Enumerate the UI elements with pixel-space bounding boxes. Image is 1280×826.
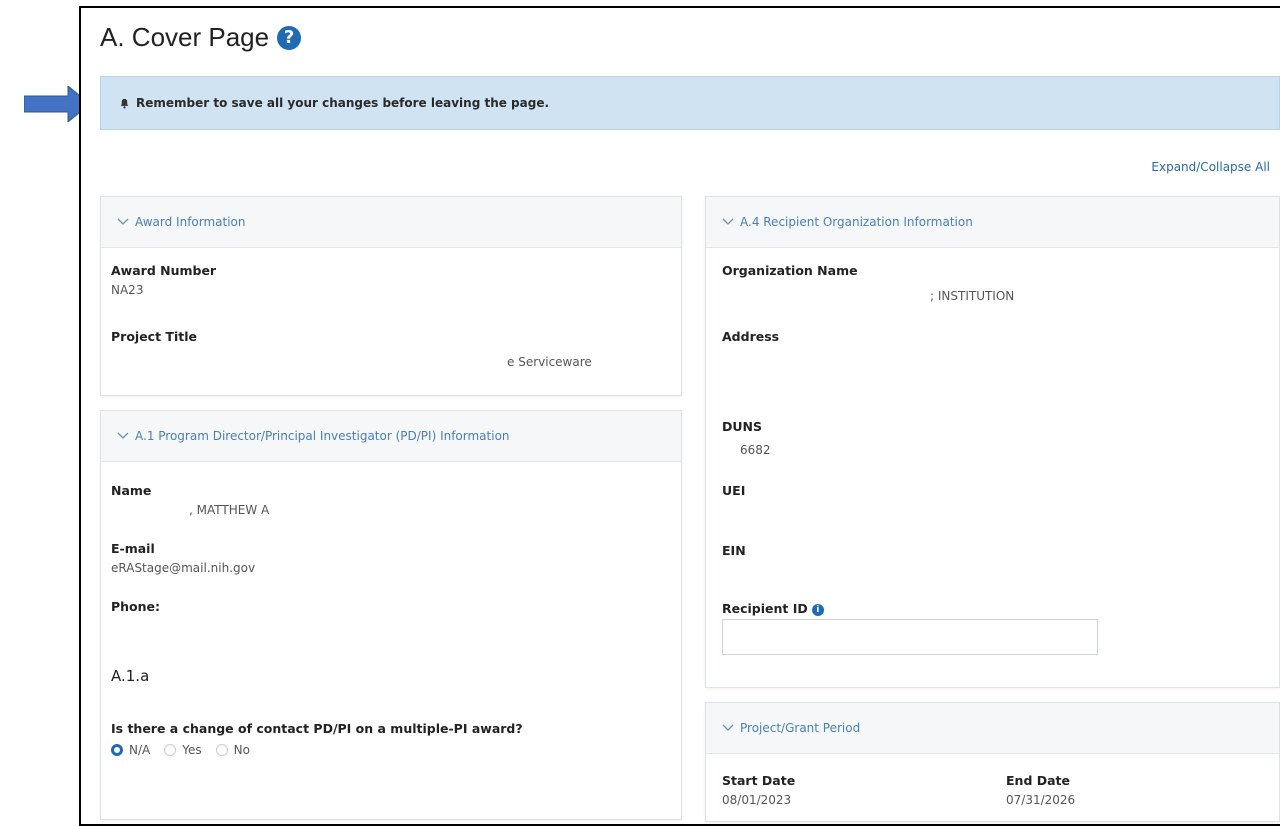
email-value: eRAStage@mail.nih.gov bbox=[111, 561, 256, 575]
organization-name-label: Organization Name bbox=[722, 263, 858, 278]
end-date-value: 07/31/2026 bbox=[1006, 793, 1076, 807]
address-label: Address bbox=[722, 329, 780, 344]
project-title-label: Project Title bbox=[111, 329, 197, 344]
radio-na[interactable] bbox=[111, 744, 123, 756]
recipient-organization-header[interactable]: A.4 Recipient Organization Information bbox=[706, 197, 1279, 248]
start-date-value: 08/01/2023 bbox=[722, 793, 792, 807]
radio-na-label: N/A bbox=[129, 743, 151, 757]
radio-no-label: No bbox=[233, 743, 250, 757]
panel-title: Project/Grant Period bbox=[740, 721, 861, 735]
project-grant-period-header[interactable]: Project/Grant Period bbox=[706, 703, 1279, 754]
end-date-label: End Date bbox=[1006, 773, 1071, 788]
ein-label: EIN bbox=[722, 543, 746, 558]
pdpi-information-header[interactable]: A.1 Program Director/Principal Investiga… bbox=[101, 411, 681, 462]
radio-yes[interactable] bbox=[164, 744, 177, 756]
change-contact-question: Is there a change of contact PD/PI on a … bbox=[111, 721, 523, 736]
alert-text: Remember to save all your changes before… bbox=[136, 96, 550, 110]
chevron-down-icon bbox=[117, 432, 129, 439]
project-grant-period-panel: Project/Grant Period Start Date 08/01/20… bbox=[705, 702, 1280, 822]
uei-label: UEI bbox=[722, 483, 746, 498]
award-information-header[interactable]: Award Information bbox=[101, 197, 681, 248]
chevron-down-icon bbox=[117, 218, 129, 225]
recipient-id-input[interactable] bbox=[722, 619, 1098, 655]
award-number-label: Award Number bbox=[111, 263, 217, 278]
info-icon[interactable]: i bbox=[811, 603, 824, 616]
page-title-text: A. Cover Page bbox=[100, 22, 270, 52]
organization-name-value: ; INSTITUTION bbox=[930, 289, 1015, 303]
change-contact-radio-group: N/A Yes No bbox=[111, 743, 258, 757]
recipient-id-label: Recipient ID i bbox=[722, 601, 824, 616]
help-icon[interactable]: ? bbox=[277, 25, 302, 50]
save-reminder-alert: Remember to save all your changes before… bbox=[100, 76, 1280, 130]
panel-title: Award Information bbox=[135, 215, 246, 229]
panel-title: A.1 Program Director/Principal Investiga… bbox=[135, 429, 510, 443]
page-title: A. Cover Page ? bbox=[100, 22, 302, 53]
name-label: Name bbox=[111, 483, 152, 498]
project-title-value: e Serviceware bbox=[507, 355, 592, 369]
award-number-value: NA23 bbox=[111, 283, 144, 297]
radio-no[interactable] bbox=[215, 744, 228, 756]
expand-collapse-all-link[interactable]: Expand/Collapse All bbox=[1151, 160, 1270, 174]
chevron-down-icon bbox=[722, 218, 734, 225]
email-label: E-mail bbox=[111, 541, 155, 556]
name-value: , MATTHEW A bbox=[189, 503, 270, 517]
duns-value: 6682 bbox=[740, 443, 771, 457]
panel-title: A.4 Recipient Organization Information bbox=[740, 215, 973, 229]
chevron-down-icon bbox=[722, 724, 734, 731]
subsection-heading: A.1.a bbox=[111, 667, 150, 685]
start-date-label: Start Date bbox=[722, 773, 796, 788]
phone-label: Phone: bbox=[111, 599, 161, 614]
duns-label: DUNS bbox=[722, 419, 762, 434]
pdpi-information-panel: A.1 Program Director/Principal Investiga… bbox=[100, 410, 682, 820]
award-information-panel: Award Information Award Number NA23 Proj… bbox=[100, 196, 682, 396]
recipient-organization-panel: A.4 Recipient Organization Information O… bbox=[705, 196, 1280, 688]
bell-icon bbox=[120, 98, 129, 108]
recipient-id-label-text: Recipient ID bbox=[722, 601, 808, 616]
radio-yes-label: Yes bbox=[182, 743, 202, 757]
